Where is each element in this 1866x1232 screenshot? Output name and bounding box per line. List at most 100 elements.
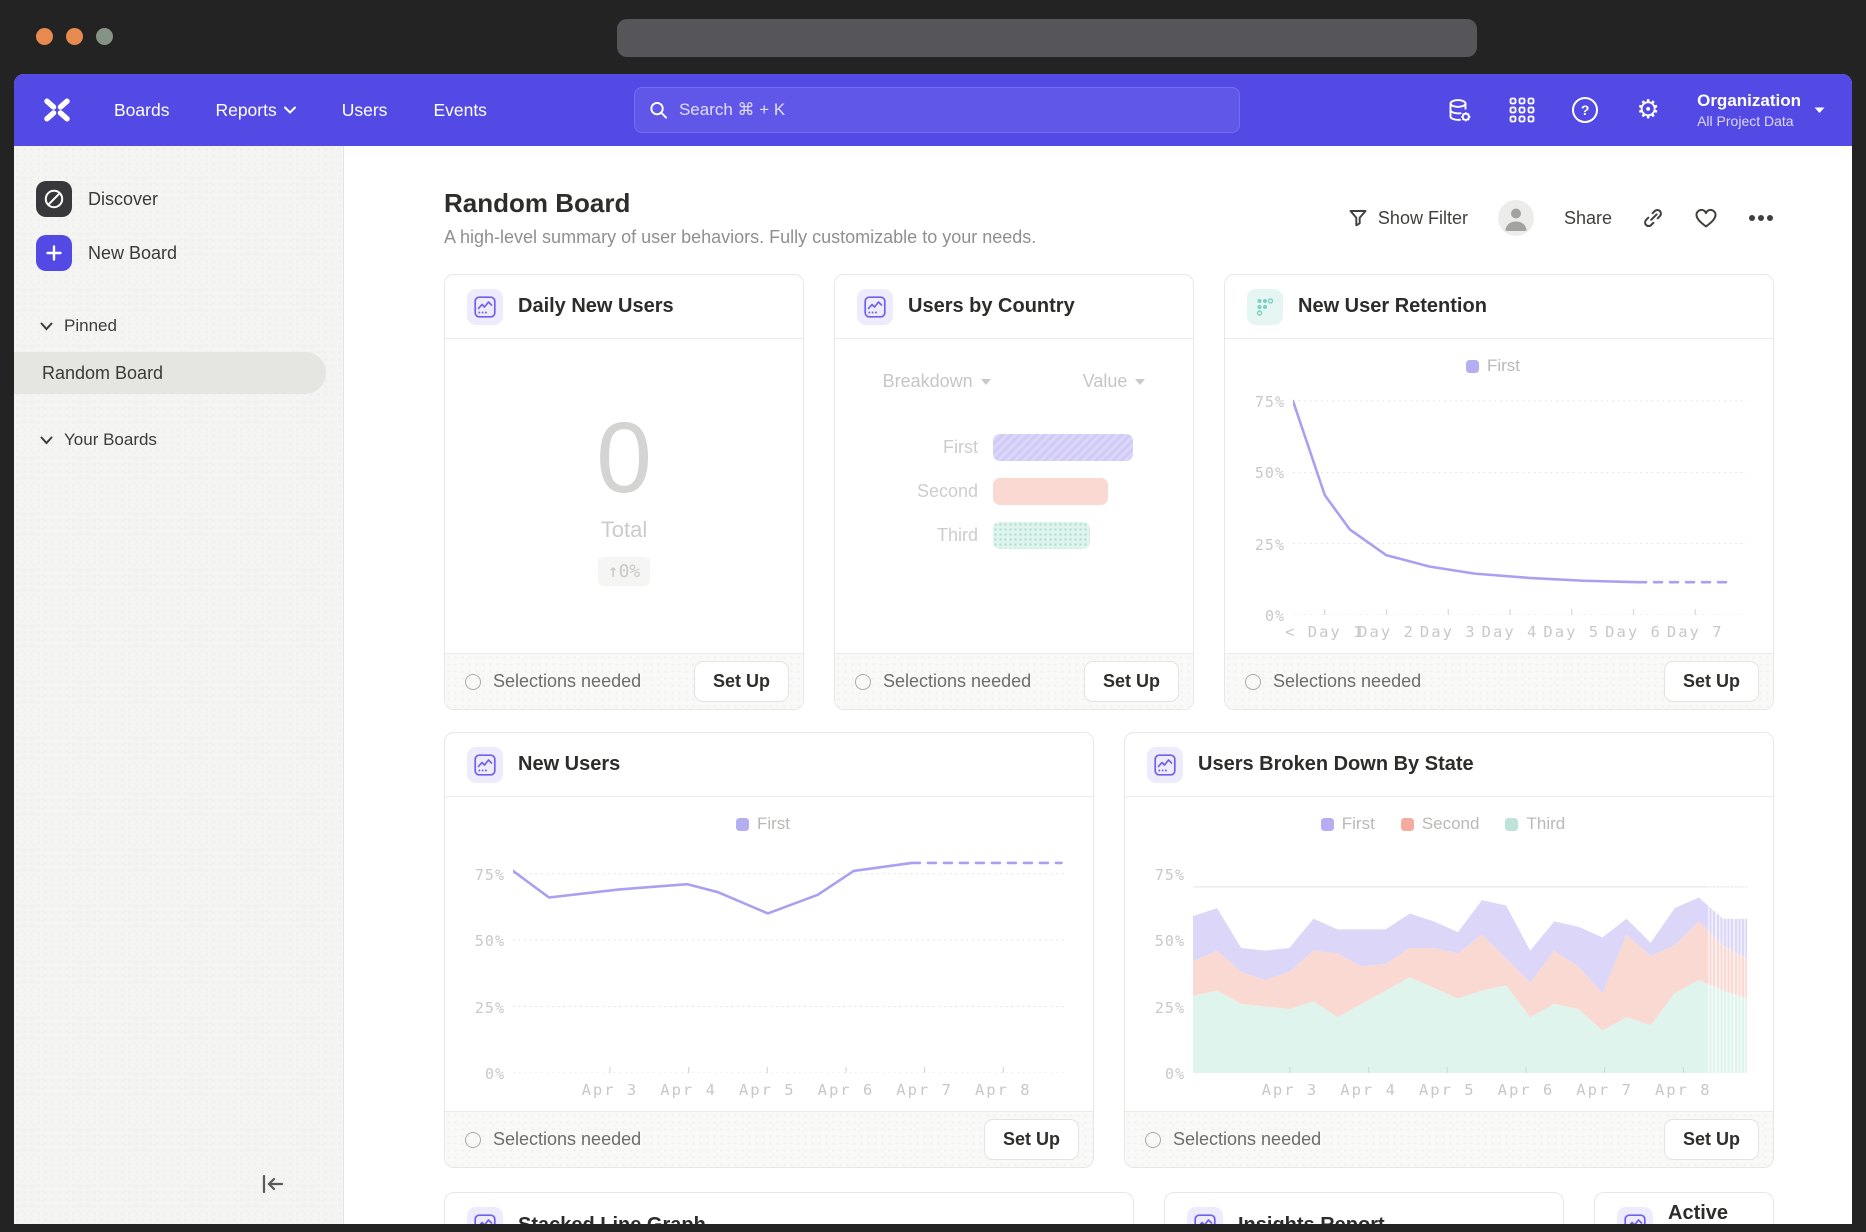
line-chart-icon <box>1187 1207 1223 1224</box>
legend-item[interactable]: First <box>1321 814 1375 834</box>
y-axis-label: 0% <box>1265 607 1285 625</box>
set-up-button[interactable]: Set Up <box>984 1119 1079 1160</box>
set-up-button[interactable]: Set Up <box>694 661 789 702</box>
card-new-users: New Users First 75%50%25%0% Apr 3Apr 4Ap… <box>444 732 1094 1168</box>
nav-item-users[interactable]: Users <box>342 100 388 121</box>
card-title: New Users <box>518 753 620 776</box>
set-up-button[interactable]: Set Up <box>1664 661 1759 702</box>
metric-label: Total <box>601 517 647 543</box>
country-bar-rows: First Second Third <box>835 434 1193 549</box>
status-text: Selections needed <box>883 671 1031 692</box>
nav-menu: Boards Reports Users Events <box>114 100 487 121</box>
plus-icon <box>36 235 72 271</box>
nav-item-boards[interactable]: Boards <box>114 100 169 121</box>
nav-item-events[interactable]: Events <box>433 100 487 121</box>
y-axis-label: 75% <box>1155 866 1185 884</box>
country-bar-row: First <box>835 434 1193 461</box>
bar-label: Third <box>835 525 993 546</box>
legend-swatch <box>1401 818 1414 831</box>
set-up-button[interactable]: Set Up <box>1084 661 1179 702</box>
page-subtitle: A high-level summary of user behaviors. … <box>444 227 1036 248</box>
sidebar-section-pinned[interactable]: Pinned <box>14 306 343 346</box>
legend-item[interactable]: First <box>736 814 790 834</box>
country-bar-row: Second <box>835 478 1193 505</box>
search-bar[interactable] <box>634 87 1240 133</box>
sidebar-item-discover[interactable]: Discover <box>14 172 343 226</box>
org-subtitle: All Project Data <box>1697 113 1801 129</box>
status-circle-icon <box>465 674 481 690</box>
set-up-button[interactable]: Set Up <box>1664 1119 1759 1160</box>
sidebar-item-random-board[interactable]: Random Board <box>14 352 326 394</box>
legend-item[interactable]: Second <box>1401 814 1480 834</box>
legend-item[interactable]: First <box>1466 356 1520 376</box>
y-axis-label: 75% <box>1255 393 1285 411</box>
card-title: Insights Report <box>1238 1214 1385 1225</box>
window-button-3[interactable] <box>96 28 113 45</box>
card-users-by-country: Users by Country Breakdown Value <box>834 274 1194 710</box>
status-circle-icon <box>1245 674 1261 690</box>
sidebar-section-your-boards[interactable]: Your Boards <box>14 420 343 460</box>
legend-swatch <box>1466 360 1479 373</box>
bar <box>993 478 1108 505</box>
sidebar-item-new-board[interactable]: New Board <box>14 226 343 280</box>
avatar[interactable] <box>1498 200 1534 236</box>
window-button-2[interactable] <box>66 28 83 45</box>
y-axis-label: 0% <box>1165 1065 1185 1083</box>
nav-actions: ? ⚙ Organization All Project Data <box>1445 91 1826 129</box>
search-input[interactable] <box>679 100 1225 120</box>
x-axis-label: Apr 8 <box>975 1081 1032 1099</box>
nav-item-reports[interactable]: Reports <box>215 100 295 121</box>
chevron-down-icon <box>40 322 53 331</box>
mixpanel-logo-icon[interactable] <box>42 95 72 125</box>
card-insights-report: Insights Report <box>1164 1192 1564 1224</box>
card-users-by-state: Users Broken Down By State First Second Th… <box>1124 732 1774 1168</box>
y-axis-label: 50% <box>1255 464 1285 482</box>
org-selector[interactable]: Organization All Project Data <box>1697 91 1826 129</box>
status-text: Selections needed <box>493 1129 641 1150</box>
line-chart-icon <box>1617 1207 1653 1224</box>
x-axis-label: Apr 5 <box>739 1081 796 1099</box>
help-icon[interactable]: ? <box>1571 96 1599 124</box>
value-dropdown[interactable]: Value <box>1083 371 1146 392</box>
line-chart-icon <box>467 289 503 325</box>
traffic-lights <box>36 28 113 45</box>
card-title: Active Users <box>1668 1202 1751 1224</box>
window-button-1[interactable] <box>36 28 53 45</box>
share-button[interactable]: Share <box>1564 208 1612 229</box>
desktop-background: Boards Reports Users Events <box>0 0 1866 1232</box>
line-chart-icon <box>467 747 503 783</box>
compass-icon <box>36 181 72 217</box>
x-axis-label: Day 4 <box>1482 623 1539 641</box>
status-circle-icon <box>1145 1132 1161 1148</box>
app-window: Boards Reports Users Events <box>14 74 1852 1224</box>
search-icon <box>649 100 668 120</box>
data-management-icon[interactable] <box>1445 96 1473 124</box>
breakdown-dropdown[interactable]: Breakdown <box>883 371 991 392</box>
card-title: Daily New Users <box>518 295 674 318</box>
show-filter-button[interactable]: Show Filter <box>1348 208 1468 229</box>
settings-gear-icon[interactable]: ⚙ <box>1634 96 1662 124</box>
person-icon <box>1498 200 1534 236</box>
retention-dots-icon <box>1247 289 1283 325</box>
apps-grid-icon[interactable] <box>1508 96 1536 124</box>
legend-item[interactable]: Third <box>1505 814 1565 834</box>
x-axis-label: Day 5 <box>1543 623 1600 641</box>
bar <box>993 522 1090 549</box>
state-area-chart: FirstSecondThird 75%50%25%0% Apr 3Apr 4A… <box>1125 797 1773 1111</box>
legend-swatch <box>1505 818 1518 831</box>
favorite-heart-icon[interactable] <box>1694 207 1718 229</box>
x-axis-label: Apr 3 <box>582 1081 639 1099</box>
new-users-chart: First 75%50%25%0% Apr 3Apr 4Apr 5Apr 6Ap… <box>445 797 1093 1111</box>
copy-link-icon[interactable] <box>1642 207 1664 229</box>
chevron-down-icon <box>981 379 991 385</box>
legend-swatch <box>736 818 749 831</box>
x-axis-label: Day 7 <box>1667 623 1724 641</box>
card-title: Users Broken Down By State <box>1198 753 1474 776</box>
metric-delta-badge: ↑0% <box>598 557 651 586</box>
address-bar[interactable] <box>617 19 1477 57</box>
status-circle-icon <box>465 1132 481 1148</box>
collapse-sidebar-icon[interactable] <box>259 1173 285 1200</box>
y-axis-label: 0% <box>485 1065 505 1083</box>
more-options-icon[interactable] <box>1748 214 1774 222</box>
status-circle-icon <box>855 674 871 690</box>
